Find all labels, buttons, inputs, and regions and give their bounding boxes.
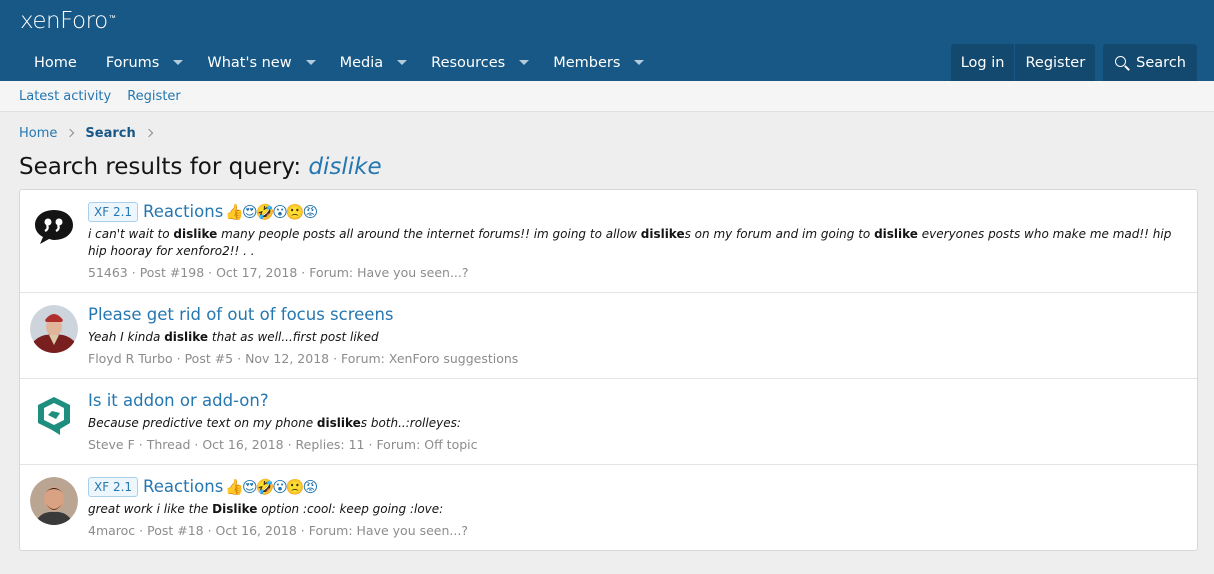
result-title[interactable]: Reactions — [143, 477, 223, 496]
meta-date[interactable]: Oct 16, 2018 — [190, 437, 283, 452]
result-snippet: i can't wait to dislike many people post… — [88, 226, 1187, 260]
meta-forum[interactable]: Forum: Have you seen...? — [297, 265, 468, 280]
snippet-text: that as well...first post liked — [208, 330, 379, 344]
site-header: xenForo™ Home Forums What's new Media Re… — [0, 0, 1214, 81]
subnav-register[interactable]: Register — [127, 89, 181, 104]
search-icon — [1114, 55, 1130, 71]
site-logo[interactable]: xenForo™ — [20, 8, 116, 34]
logo-avatar[interactable] — [30, 391, 78, 439]
snippet-text: many people posts all around the interne… — [217, 227, 641, 241]
thread-prefix[interactable]: XF 2.1 — [88, 476, 139, 497]
nav-members[interactable]: Members — [543, 44, 658, 81]
nav-forums[interactable]: Forums — [92, 44, 198, 81]
nav-resources[interactable]: Resources — [421, 44, 543, 81]
chevron-down-icon[interactable] — [634, 60, 645, 65]
meta-post[interactable]: Post #18 — [135, 523, 203, 538]
meta-forum[interactable]: Forum: XenForo suggestions — [329, 351, 518, 366]
chevron-down-icon[interactable] — [305, 60, 316, 65]
result-snippet: great work i like the Dislike option :co… — [88, 501, 1187, 518]
subnav-latest-activity[interactable]: Latest activity — [19, 89, 111, 104]
snippet-text: Yeah I kinda — [88, 330, 165, 344]
snippet-text: great work i like the — [88, 502, 213, 516]
login-button[interactable]: Log in — [951, 44, 1015, 81]
search-query: dislike — [308, 154, 382, 180]
nav-home[interactable]: Home — [19, 44, 92, 81]
meta-forum[interactable]: Forum: Have you seen...? — [297, 523, 468, 538]
result-title[interactable]: Reactions — [143, 202, 223, 221]
result-meta: 51463Post #198Oct 17, 2018Forum: Have yo… — [88, 265, 1187, 280]
snippet-text: s both..:rolleyes: — [360, 416, 461, 430]
highlighted-term: dislike — [316, 416, 361, 430]
snippet-text: option :cool: keep going :love: — [257, 502, 444, 516]
meta-author[interactable]: Floyd R Turbo — [88, 351, 173, 366]
highlighted-term: dislike — [164, 330, 209, 344]
snippet-text: s on my forum and im going to — [684, 227, 875, 241]
result-meta: Floyd R TurboPost #5Nov 12, 2018Forum: X… — [88, 351, 1187, 366]
highlighted-term: Dislike — [212, 502, 258, 516]
snippet-text: Because predictive text on my phone — [88, 416, 317, 430]
meta-date[interactable]: Nov 12, 2018 — [233, 351, 329, 366]
chevron-down-icon[interactable] — [519, 60, 530, 65]
reaction-emojis: 👍😍🤣😮🙁😡 — [225, 202, 318, 221]
list-item: XF 2.1 Reactions 👍😍🤣😮🙁😡 great work i lik… — [20, 465, 1197, 550]
user-avatar[interactable] — [30, 477, 78, 525]
meta-author[interactable]: Steve F — [88, 437, 135, 452]
highlighted-term: dislike — [874, 227, 918, 241]
meta-date[interactable]: Oct 17, 2018 — [204, 265, 297, 280]
result-title[interactable]: Is it addon or add-on? — [88, 391, 269, 410]
meta-replies: Replies: 11 — [284, 437, 365, 452]
list-item: XF 2.1 Reactions 👍😍🤣😮🙁😡 i can't wait to … — [20, 190, 1197, 293]
register-button[interactable]: Register — [1014, 44, 1095, 81]
meta-author[interactable]: 4maroc — [88, 523, 135, 538]
list-item: Is it addon or add-on? Because predictiv… — [20, 379, 1197, 465]
meta-type: Thread — [135, 437, 191, 452]
meta-date[interactable]: Oct 16, 2018 — [204, 523, 297, 538]
chevron-down-icon[interactable] — [397, 60, 408, 65]
main-content: Home Search Search results for query: di… — [0, 112, 1214, 574]
result-meta: Steve FThreadOct 16, 2018Replies: 11Foru… — [88, 437, 1187, 452]
reaction-emojis: 👍😍🤣😮🙁😡 — [225, 477, 318, 496]
highlighted-term: dislike — [640, 227, 685, 241]
meta-post[interactable]: Post #5 — [173, 351, 233, 366]
thread-prefix[interactable]: XF 2.1 — [88, 201, 139, 222]
chevron-right-icon — [66, 128, 75, 138]
account-nav: Log in Register Search — [950, 44, 1197, 81]
highlighted-term: dislike — [173, 227, 218, 241]
quote-icon[interactable] — [30, 202, 78, 250]
result-snippet: Because predictive text on my phone disl… — [88, 415, 1187, 432]
breadcrumb-search[interactable]: Search — [85, 126, 135, 141]
chevron-right-icon — [144, 128, 153, 138]
list-item: Please get rid of out of focus screens Y… — [20, 293, 1197, 379]
meta-post[interactable]: Post #198 — [128, 265, 204, 280]
breadcrumb: Home Search — [19, 112, 1198, 153]
result-title[interactable]: Please get rid of out of focus screens — [88, 305, 394, 324]
user-avatar[interactable] — [30, 305, 78, 353]
main-nav: Home Forums What's new Media Resources M… — [19, 44, 658, 81]
search-results: XF 2.1 Reactions 👍😍🤣😮🙁😡 i can't wait to … — [19, 189, 1198, 551]
meta-forum[interactable]: Forum: Off topic — [365, 437, 478, 452]
search-button[interactable]: Search — [1103, 44, 1197, 81]
meta-author[interactable]: 51463 — [88, 265, 128, 280]
result-meta: 4marocPost #18Oct 16, 2018Forum: Have yo… — [88, 523, 1187, 538]
sub-nav: Latest activity Register — [0, 81, 1214, 112]
snippet-text: i can't wait to — [88, 227, 174, 241]
result-snippet: Yeah I kinda dislike that as well...firs… — [88, 329, 1187, 346]
breadcrumb-home[interactable]: Home — [19, 126, 57, 141]
page-title: Search results for query: dislike — [19, 154, 382, 180]
chevron-down-icon[interactable] — [173, 60, 184, 65]
nav-media[interactable]: Media — [330, 44, 422, 81]
nav-whats-new[interactable]: What's new — [197, 44, 329, 81]
